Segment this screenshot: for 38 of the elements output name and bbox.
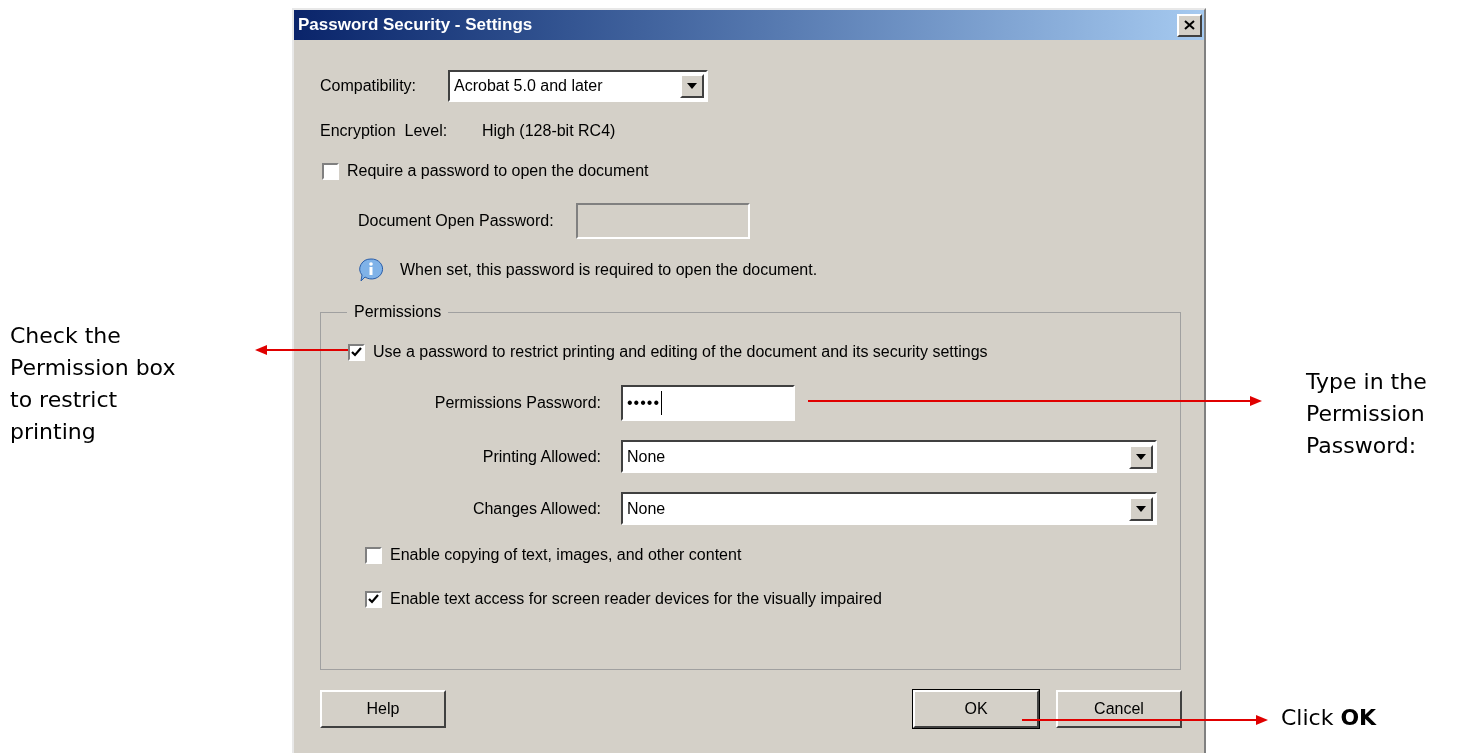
caret-down-icon (1136, 505, 1146, 512)
dropdown-arrow-button[interactable] (1129, 496, 1153, 521)
checkbox[interactable] (365, 546, 382, 564)
field-label: Document Open Password: (358, 211, 554, 231)
annotation-text: Check the Permission box to restrict printing (10, 322, 177, 446)
encryption-level-value: High (128-bit RC4) (482, 121, 616, 141)
checkmark-icon (351, 346, 362, 358)
dropdown[interactable]: None (621, 440, 1157, 473)
dialog-button[interactable]: Help (320, 690, 446, 728)
checkbox-label: Enable text access for screen reader devices for the visually impaired (390, 589, 882, 609)
caret-down-icon (1136, 453, 1146, 460)
window-title: Password Security - Settings (298, 14, 533, 37)
encryption-level-label: Encryption Level: (320, 121, 449, 141)
info-icon (358, 258, 384, 282)
compatibility-label: Compatibility: (320, 76, 418, 96)
checkbox-label: Require a password to open the document (347, 161, 649, 181)
compatibility-dropdown[interactable]: Acrobat 5.0 and later (448, 70, 708, 102)
caret-down-icon (687, 83, 697, 89)
close-icon (1184, 20, 1195, 30)
field-label: Changes Allowed: (471, 498, 601, 519)
dropdown[interactable]: None (621, 492, 1157, 525)
checkmark-icon (368, 593, 379, 605)
checkbox[interactable] (348, 343, 365, 361)
password-field[interactable]: ••••• (621, 385, 795, 421)
checkbox[interactable] (322, 162, 339, 180)
field-label: Permissions Password: (433, 393, 601, 413)
annotation-text: Click OK (1281, 704, 1378, 732)
info-text: When set, this password is required to open the document. (400, 260, 818, 280)
field-label: Printing Allowed: (481, 446, 601, 467)
dialog-button[interactable]: Cancel (1056, 690, 1182, 728)
checkbox-label: Enable copying of text, images, and other content (390, 545, 742, 565)
checkbox-label: Use a password to restrict printing and editing of the document and its security settings (373, 342, 988, 362)
dropdown-arrow-button[interactable] (680, 74, 704, 98)
dropdown-arrow-button[interactable] (1129, 444, 1153, 469)
annotation-text: Type in the Permission Password: (1306, 368, 1428, 460)
close-button[interactable] (1177, 13, 1202, 37)
dialog-button[interactable]: OK (913, 690, 1039, 728)
checkbox[interactable] (365, 590, 382, 608)
